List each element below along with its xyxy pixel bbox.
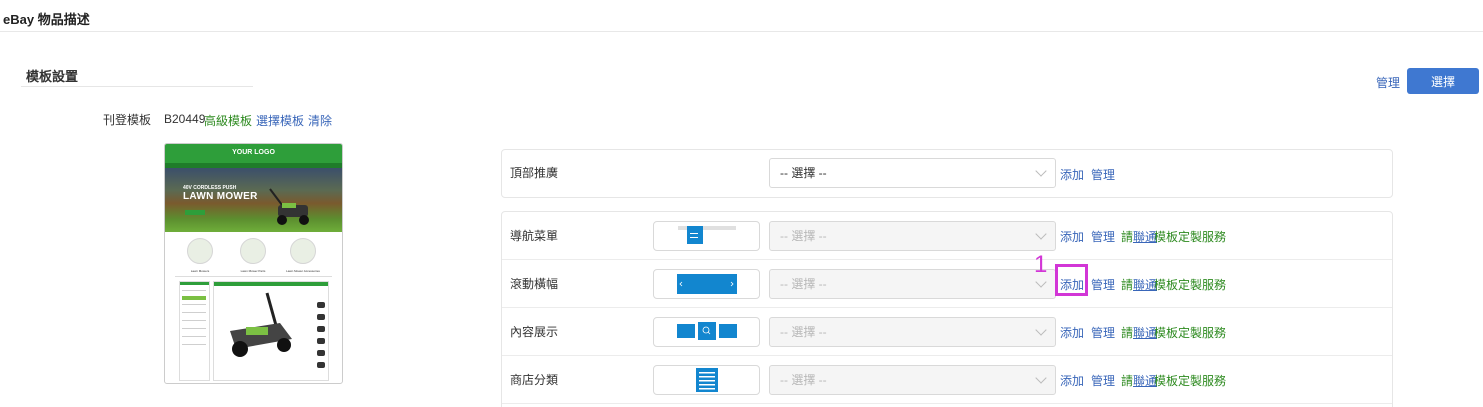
preview-main-head bbox=[214, 282, 328, 286]
banner-service-prefix: 請 bbox=[1121, 278, 1134, 292]
preview-product-thumb bbox=[187, 238, 213, 264]
store-category-preview-icon bbox=[696, 368, 718, 392]
nav-menu-thumbnail[interactable] bbox=[653, 221, 760, 251]
store-category-select: -- 選擇 -- bbox=[769, 365, 1056, 395]
preview-sidebar-row bbox=[182, 290, 206, 291]
mower-image bbox=[269, 188, 309, 225]
nav-menu-label: 導航菜單 bbox=[510, 229, 559, 243]
preview-mini-thumb bbox=[317, 350, 325, 356]
preview-sidebar-row bbox=[182, 344, 206, 345]
top-promo-select[interactable]: -- 選擇 -- bbox=[769, 158, 1056, 188]
chevron-down-icon bbox=[1035, 372, 1047, 384]
chevron-down-icon bbox=[1035, 324, 1047, 336]
store-category-service-text: 模板定製服務 bbox=[1154, 374, 1227, 388]
banner-select: -- 選擇 -- bbox=[769, 269, 1056, 299]
preview-mini-thumb bbox=[317, 362, 325, 368]
nav-menu-service-prefix: 請 bbox=[1121, 230, 1134, 244]
content-select: -- 選擇 -- bbox=[769, 317, 1056, 347]
preview-sidebar-row bbox=[182, 312, 206, 313]
banner-preview-icon bbox=[677, 274, 737, 294]
preview-sidebar bbox=[179, 281, 210, 381]
preview-hero-title: LAWN MOWER bbox=[183, 191, 258, 202]
preview-mini-thumb bbox=[317, 338, 325, 344]
top-promo-add-link[interactable]: 添加 bbox=[1060, 166, 1084, 183]
template-type: 高級模板 bbox=[204, 114, 253, 128]
preview-sidebar-row bbox=[182, 320, 206, 321]
preview-mini-thumb bbox=[317, 302, 325, 308]
preview-product-label: Lawn Mower Parts bbox=[240, 269, 266, 273]
preview-logo: YOUR LOGO bbox=[232, 149, 275, 156]
store-category-thumbnail[interactable] bbox=[653, 365, 760, 395]
store-category-add-link[interactable]: 添加 bbox=[1060, 372, 1084, 389]
nav-menu-select: -- 選擇 -- bbox=[769, 221, 1056, 251]
top-promo-select-value: -- 選擇 -- bbox=[780, 166, 827, 180]
row-divider bbox=[502, 259, 1392, 260]
nav-menu-preview-icon bbox=[678, 226, 736, 244]
preview-sidebar-row bbox=[182, 304, 206, 305]
select-button[interactable]: 選擇 bbox=[1407, 68, 1479, 94]
preview-sidebar-row bbox=[182, 328, 206, 329]
chevron-down-icon bbox=[1035, 165, 1047, 177]
content-label: 內容展示 bbox=[510, 325, 559, 339]
preview-sidebar-row bbox=[182, 336, 206, 337]
content-thumbnail[interactable] bbox=[653, 317, 760, 347]
nav-menu-service-text: 模板定製服務 bbox=[1154, 230, 1227, 244]
chevron-down-icon bbox=[1035, 228, 1047, 240]
banner-label: 滾動橫幅 bbox=[510, 277, 559, 291]
row-divider bbox=[502, 355, 1392, 356]
annotation-highlight-box bbox=[1055, 264, 1088, 296]
preview-product-thumb bbox=[240, 238, 266, 264]
content-select-value: -- 選擇 -- bbox=[780, 325, 827, 339]
row-divider bbox=[502, 307, 1392, 308]
page-header: eBay 物品描述 bbox=[0, 0, 1483, 32]
content-service-text: 模板定製服務 bbox=[1154, 326, 1227, 340]
store-category-select-value: -- 選擇 -- bbox=[780, 373, 827, 387]
preview-product-label: Lawn Mower Accessories bbox=[286, 269, 320, 273]
store-category-service-prefix: 請 bbox=[1121, 374, 1134, 388]
template-preview: YOUR LOGO 40V CORDLESS PUSH LAWN MOWER L… bbox=[164, 143, 343, 384]
page-title: eBay 物品描述 bbox=[3, 12, 90, 27]
preview-divider bbox=[175, 276, 332, 277]
template-code: B20449 bbox=[164, 112, 206, 126]
banner-select-value: -- 選擇 -- bbox=[780, 277, 827, 291]
mower-image bbox=[230, 292, 292, 357]
banner-manage-link[interactable]: 管理 bbox=[1091, 276, 1115, 293]
preview-hero-button bbox=[185, 210, 205, 215]
preview-mini-thumb bbox=[317, 326, 325, 332]
preview-mini-thumb bbox=[317, 314, 325, 320]
row-divider bbox=[502, 403, 1392, 404]
preview-sidebar-row bbox=[182, 296, 206, 300]
top-promo-label: 頂部推廣 bbox=[510, 166, 559, 180]
top-manage-link[interactable]: 管理 bbox=[1376, 74, 1400, 91]
nav-menu-select-value: -- 選擇 -- bbox=[780, 229, 827, 243]
banner-thumbnail[interactable] bbox=[653, 269, 760, 299]
choose-template-link[interactable]: 選擇模板 bbox=[256, 112, 304, 129]
preview-header: YOUR LOGO bbox=[165, 144, 342, 163]
store-category-manage-link[interactable]: 管理 bbox=[1091, 372, 1115, 389]
preview-sidebar-head bbox=[180, 282, 209, 285]
section-divider bbox=[21, 86, 253, 87]
annotation-number: 1 bbox=[1034, 251, 1048, 278]
preview-product-label: Lawn Mowers bbox=[190, 269, 210, 273]
preview-product-thumb bbox=[290, 238, 316, 264]
content-add-link[interactable]: 添加 bbox=[1060, 324, 1084, 341]
template-label: 刊登模板 bbox=[103, 113, 152, 127]
nav-menu-add-link[interactable]: 添加 bbox=[1060, 228, 1084, 245]
section-title: 模板設置 bbox=[26, 69, 79, 84]
nav-menu-manage-link[interactable]: 管理 bbox=[1091, 228, 1115, 245]
clear-template-link[interactable]: 清除 bbox=[308, 112, 332, 129]
preview-main bbox=[213, 281, 329, 381]
content-manage-link[interactable]: 管理 bbox=[1091, 324, 1115, 341]
top-promo-manage-link[interactable]: 管理 bbox=[1091, 166, 1115, 183]
content-preview-icon bbox=[677, 322, 737, 340]
banner-service-text: 模板定製服務 bbox=[1154, 278, 1227, 292]
store-category-label: 商店分類 bbox=[510, 373, 559, 387]
content-service-prefix: 請 bbox=[1121, 326, 1134, 340]
